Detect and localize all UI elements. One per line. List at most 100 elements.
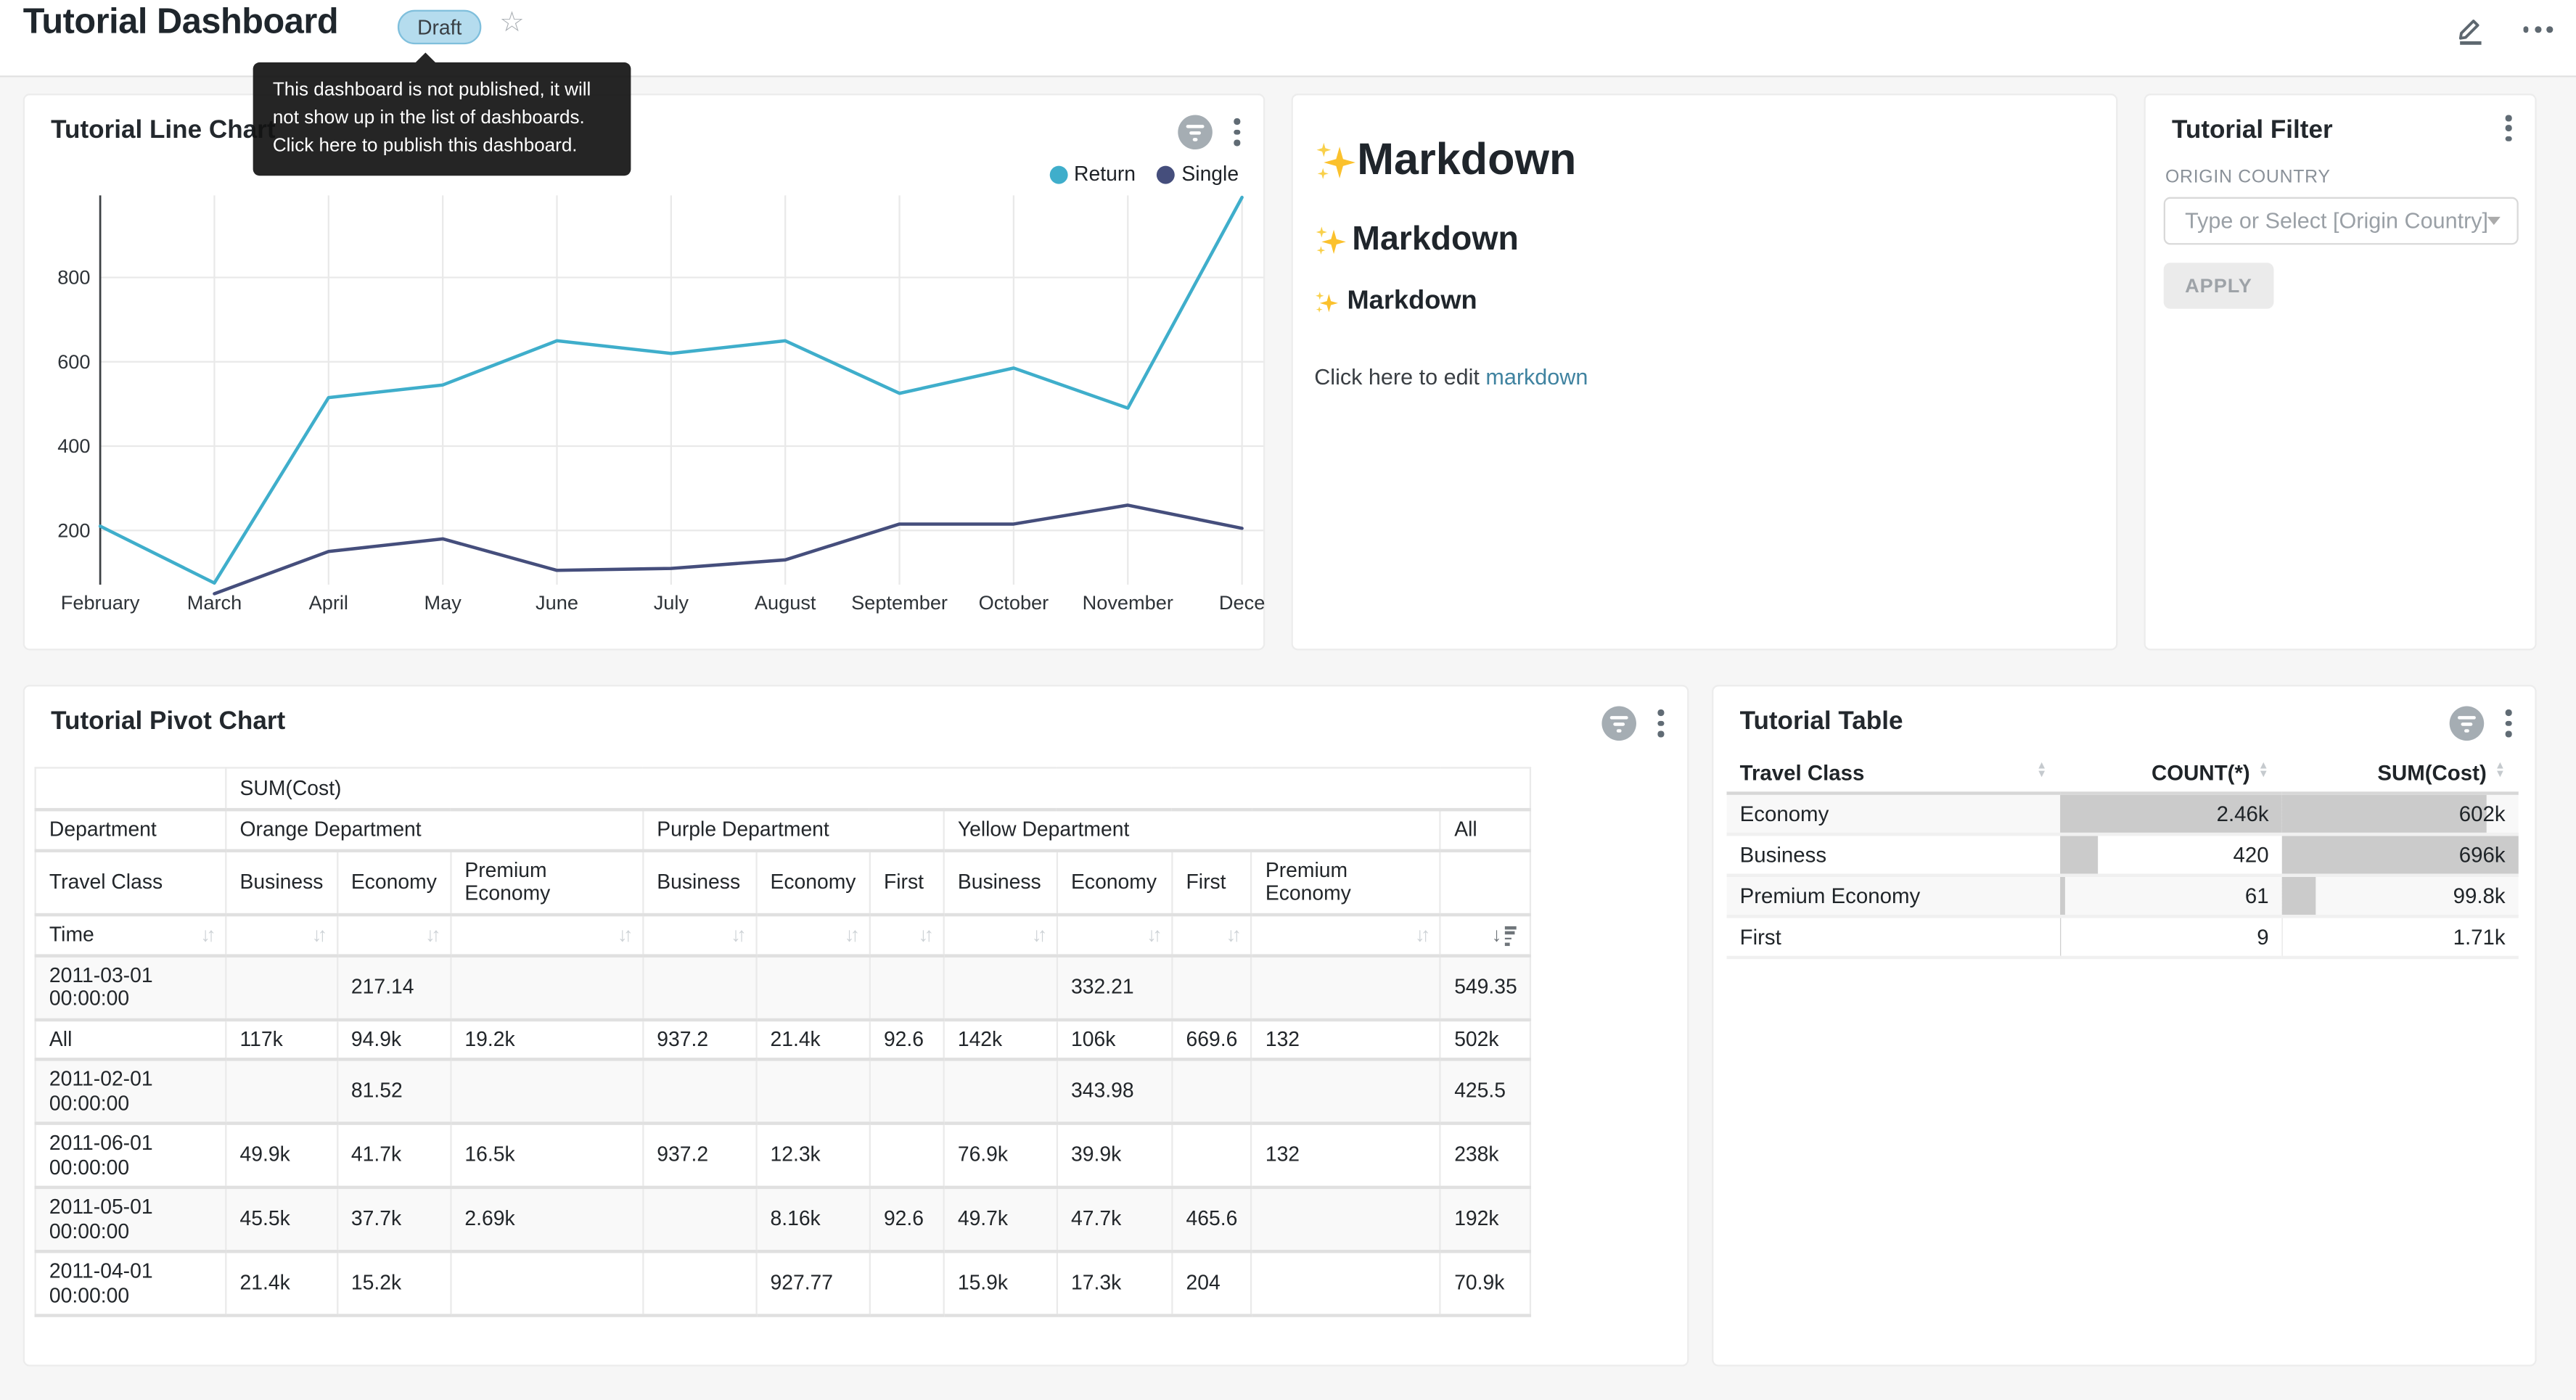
- caret-down-icon: [2487, 217, 2501, 225]
- pivot-value-cell: 238k: [1440, 1124, 1531, 1187]
- table-row: Business420696k: [1726, 834, 2518, 876]
- x-axis-tick-label: February: [61, 591, 140, 614]
- panel-markdown: Markdown Markdown Markdown Click here to…: [1292, 94, 2118, 651]
- panel-tutorial-line-chart: Tutorial Line Chart Return Single 200400…: [23, 94, 1266, 651]
- tooltip-arrow: [416, 52, 435, 62]
- pivot-value-cell: 81.52: [337, 1059, 451, 1123]
- line-chart[interactable]: 200400600800FebruaryMarchAprilMayJuneJul…: [25, 95, 1267, 652]
- pivot-value-cell: 937.2: [643, 1019, 756, 1059]
- dashboard-page: Tutorial Dashboard Draft ☆ This dashboar…: [0, 0, 2576, 1400]
- pivot-value-cell: [870, 1059, 944, 1123]
- filter-indicator-icon[interactable]: [1601, 707, 1636, 741]
- x-axis-tick-label: Dece: [1219, 591, 1265, 614]
- pivot-travel-class-header: First: [1172, 850, 1251, 914]
- column-header-count[interactable]: COUNT(*)▲▼: [2060, 752, 2282, 794]
- pivot-value-cell: 39.9k: [1057, 1124, 1172, 1187]
- kebab-menu-icon[interactable]: [2501, 115, 2517, 141]
- sort-desc-active-icon[interactable]: ↓: [1492, 923, 1517, 947]
- pivot-value-cell: 465.6: [1172, 1187, 1251, 1251]
- pivot-value-cell: [1252, 955, 1440, 1019]
- pivot-sort-cell: ↓↑: [226, 914, 337, 955]
- pivot-value-cell: [944, 1059, 1057, 1123]
- pivot-sort-cell: ↓↑: [944, 914, 1057, 955]
- favorite-star-icon[interactable]: ☆: [499, 5, 525, 41]
- travel-class-cell: First: [1726, 916, 2060, 958]
- x-axis-tick-label: July: [654, 591, 689, 614]
- pivot-value-cell: 937.2: [643, 1124, 756, 1187]
- pivot-value-cell: [643, 1059, 756, 1123]
- pivot-travel-class-header: Business: [226, 850, 337, 914]
- pivot-travel-class-header: Business: [944, 850, 1057, 914]
- column-header-sum-cost[interactable]: SUM(Cost)▲▼: [2282, 752, 2519, 794]
- sort-both-icon[interactable]: ↓↑: [918, 923, 930, 946]
- kebab-menu-icon[interactable]: [2501, 710, 2517, 737]
- sort-both-icon[interactable]: ↓↑: [845, 923, 856, 946]
- pivot-value-cell: [226, 955, 337, 1019]
- pivot-value-cell: [451, 1251, 643, 1315]
- filter-indicator-icon[interactable]: [2450, 707, 2485, 741]
- sort-both-icon[interactable]: ↓↑: [312, 923, 324, 946]
- y-axis-tick-label: 800: [57, 266, 90, 289]
- sparkles-icon: [1314, 141, 1357, 180]
- sort-both-icon[interactable]: ↓↑: [200, 923, 212, 947]
- pivot-value-cell: 549.35: [1440, 955, 1531, 1019]
- sort-both-icon[interactable]: ↓↑: [425, 923, 437, 946]
- pivot-value-cell: [870, 955, 944, 1019]
- pivot-value-cell: 927.77: [756, 1251, 869, 1315]
- pivot-value-cell: [643, 955, 756, 1019]
- kebab-menu-icon[interactable]: [1653, 710, 1670, 737]
- pivot-value-cell: 12.3k: [756, 1124, 869, 1187]
- line-series-single[interactable]: [214, 505, 1242, 593]
- pivot-value-cell: 45.5k: [226, 1187, 337, 1251]
- apply-button[interactable]: APPLY: [2164, 263, 2273, 308]
- edit-markdown-link[interactable]: markdown: [1485, 365, 1588, 390]
- panel-tutorial-table: Tutorial Table Travel Class▲▼COUNT(*)▲▼S…: [1712, 685, 2537, 1367]
- sort-both-icon[interactable]: ↓↑: [1415, 923, 1427, 946]
- pivot-sort-cell: ↓↑: [1057, 914, 1172, 955]
- pivot-row-label: 2011-04-01 00:00:00: [36, 1251, 226, 1315]
- x-axis-tick-label: April: [309, 591, 348, 614]
- y-axis-tick-label: 200: [57, 519, 90, 541]
- pivot-sort-cell: ↓↑: [756, 914, 869, 955]
- pivot-value-cell: [870, 1251, 944, 1315]
- pivot-value-cell: [643, 1187, 756, 1251]
- pivot-travel-class-header: Economy: [756, 850, 869, 914]
- sort-both-icon[interactable]: ↓↑: [1147, 923, 1158, 946]
- pivot-value-cell: 21.4k: [226, 1251, 337, 1315]
- pivot-value-cell: 17.3k: [1057, 1251, 1172, 1315]
- pivot-row: All117k94.9k19.2k937.221.4k92.6142k106k6…: [36, 1019, 1531, 1059]
- pivot-value-cell: 21.4k: [756, 1019, 869, 1059]
- pivot-row: 2011-05-01 00:00:0045.5k37.7k2.69k8.16k9…: [36, 1187, 1531, 1251]
- pivot-value-cell: 92.6: [870, 1019, 944, 1059]
- pivot-department-label: Department: [36, 809, 226, 850]
- pivot-row-label: 2011-03-01 00:00:00: [36, 955, 226, 1019]
- tooltip-text: This dashboard is not published, it will…: [273, 81, 591, 156]
- edit-dashboard-icon[interactable]: [2454, 13, 2487, 46]
- pivot-row-label: All: [36, 1019, 226, 1059]
- more-menu-icon[interactable]: [2523, 15, 2554, 44]
- sort-both-icon[interactable]: ↓↑: [731, 923, 742, 946]
- column-header-travel-class[interactable]: Travel Class▲▼: [1726, 752, 2060, 794]
- travel-class-cell: Economy: [1726, 794, 2060, 835]
- sort-both-icon[interactable]: ↓↑: [1032, 923, 1043, 946]
- sort-carets-icon: ▲▼: [2258, 765, 2269, 780]
- y-axis-tick-label: 600: [57, 350, 90, 373]
- pivot-row: 2011-03-01 00:00:00217.14332.21549.35: [36, 955, 1531, 1019]
- sort-both-icon[interactable]: ↓↑: [1226, 923, 1237, 946]
- pivot-travel-class-header: Economy: [1057, 850, 1172, 914]
- pivot-value-cell: 332.21: [1057, 955, 1172, 1019]
- sort-both-icon[interactable]: ↓↑: [618, 923, 629, 946]
- origin-country-select[interactable]: Type or Select [Origin Country]: [2164, 197, 2519, 245]
- pivot-value-cell: 192k: [1440, 1187, 1531, 1251]
- markdown-h3: Markdown: [1314, 287, 2090, 317]
- pivot-travel-class-header: First: [870, 850, 944, 914]
- pivot-value-cell: [1172, 1124, 1251, 1187]
- pivot-sort-cell: ↓: [1440, 914, 1531, 955]
- pivot-value-cell: [451, 1059, 643, 1123]
- pivot-value-cell: 47.7k: [1057, 1187, 1172, 1251]
- pivot-travel-class-header: Premium Economy: [1252, 850, 1440, 914]
- status-badge[interactable]: Draft: [398, 10, 482, 45]
- draft-tooltip: This dashboard is not published, it will…: [253, 62, 631, 176]
- pivot-department-header: Orange Department: [226, 809, 643, 850]
- pivot-corner-cell: [36, 767, 226, 809]
